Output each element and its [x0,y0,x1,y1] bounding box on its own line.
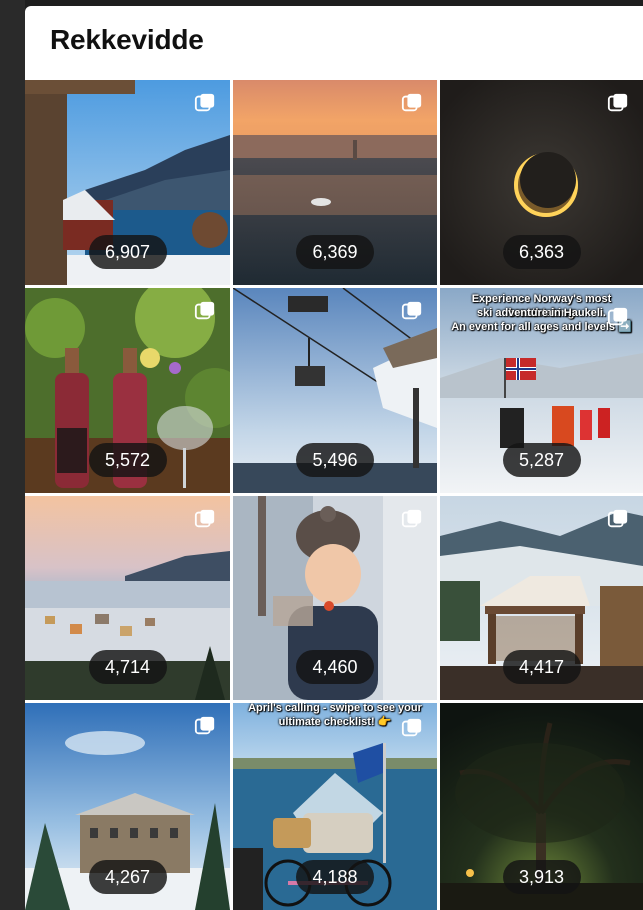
reach-count: 5,496 [296,443,374,477]
carousel-icon [194,509,215,528]
carousel-icon [401,718,422,737]
post-tile[interactable]: Experience Norway's most breathtaking sk… [440,288,643,493]
post-tile[interactable]: 3,913 [440,703,643,910]
post-tile[interactable]: 4,417 [440,496,643,700]
post-tile[interactable]: 6,907 [25,80,230,285]
post-tile[interactable]: 4,714 [25,496,230,700]
reach-count: 3,913 [502,860,581,894]
carousel-icon [607,307,628,326]
reach-count: 6,907 [88,235,167,269]
carousel-icon [607,509,628,528]
carousel-icon [401,509,422,528]
post-tile[interactable]: 4,460 [233,496,437,700]
left-sidebar [0,0,25,910]
reach-count: 5,287 [502,443,581,477]
reach-count: 4,267 [88,860,167,894]
carousel-icon [401,301,422,320]
carousel-icon [194,716,215,735]
reach-count: 4,460 [296,650,374,684]
carousel-icon [607,93,628,112]
panel-header: Rekkevidde [25,6,643,80]
post-tile[interactable]: April's calling - swipe to see your ulti… [233,703,437,910]
carousel-icon [194,301,215,320]
reach-count: 4,188 [296,860,374,894]
carousel-icon [401,93,422,112]
post-tile[interactable]: 6,369 [233,80,437,285]
reach-count: 6,369 [296,235,374,269]
post-tile[interactable]: 4,267 [25,703,230,910]
post-tile[interactable]: 6,363 [440,80,643,285]
post-tile[interactable]: 5,496 [233,288,437,493]
reach-count: 5,572 [88,443,167,477]
reach-count: 4,714 [88,650,167,684]
overlay-line: April's calling - swipe to see your [248,703,422,714]
reach-panel: Rekkevidde 6,907 6,369 6,363 5,572 5,496… [25,6,643,910]
carousel-icon [194,93,215,112]
section-title: Rekkevidde [50,24,204,55]
post-tile[interactable]: 5,572 [25,288,230,493]
reach-count: 4,417 [502,650,581,684]
reach-count: 6,363 [502,235,581,269]
